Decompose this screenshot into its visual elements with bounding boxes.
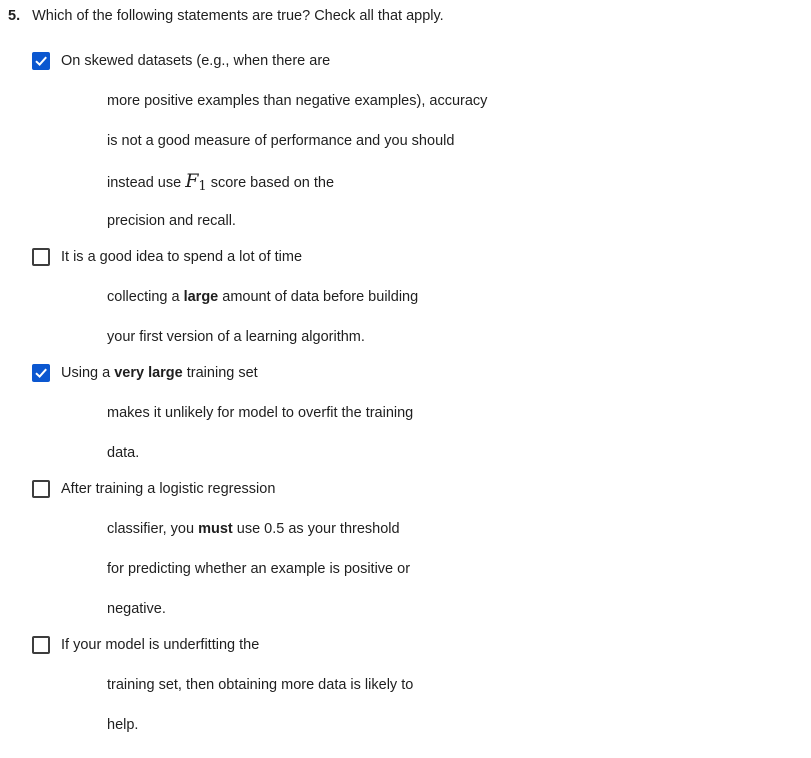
option-1-line-4-post: score based on the: [206, 175, 335, 191]
option-2-checkbox[interactable]: [32, 248, 50, 266]
option-1-line-4: instead use F1 score based on the: [107, 170, 792, 194]
f1-symbol: F1: [185, 170, 207, 194]
option-1-line-2: more positive examples than negative exa…: [107, 93, 488, 109]
option-1: On skewed datasets (e.g., when there are…: [32, 50, 792, 232]
option-4-line-2-pre: classifier, you: [107, 521, 199, 537]
option-2-line-2-pre: collecting a: [107, 289, 184, 305]
option-2: It is a good idea to spend a lot of time…: [32, 246, 792, 348]
option-4-text: After training a logistic regression: [61, 481, 276, 497]
option-1-text: On skewed datasets (e.g., when there are: [61, 53, 331, 69]
option-3-checkbox[interactable]: [32, 364, 50, 382]
option-3-text-pre: Using a: [61, 365, 115, 381]
option-1-checkbox[interactable]: [32, 52, 50, 70]
option-3-line-2: makes it unlikely for model to overfit t…: [107, 405, 414, 421]
option-4-line-4: negative.: [107, 601, 166, 617]
option-2-bold: large: [183, 289, 219, 305]
option-3-bold: very large: [114, 365, 183, 381]
question-prompt: Which of the following statements are tr…: [32, 8, 444, 24]
checkmark-icon: [35, 368, 47, 379]
option-3-line-3: data.: [107, 445, 140, 461]
option-3-text-post: training set: [182, 365, 258, 381]
option-3-text: Using a very large training set: [61, 362, 258, 384]
question-number: 5.: [8, 8, 21, 24]
option-5-checkbox[interactable]: [32, 636, 50, 654]
option-4-line-2: classifier, you must use 0.5 as your thr…: [107, 518, 792, 540]
option-2-text: It is a good idea to spend a lot of time: [61, 249, 303, 265]
option-1-line-4-pre: instead use: [107, 175, 186, 191]
option-4-bold: must: [198, 521, 233, 537]
option-5-text: If your model is underfitting the: [61, 637, 260, 653]
option-4-checkbox[interactable]: [32, 480, 50, 498]
checkmark-icon: [35, 56, 47, 67]
option-2-line-3: your first version of a learning algorit…: [107, 329, 365, 345]
option-5-line-2: training set, then obtaining more data i…: [107, 677, 414, 693]
f1-subscript: 1: [198, 179, 207, 194]
option-5-line-3: help.: [107, 717, 139, 733]
option-2-line-2: collecting a large amount of data before…: [107, 286, 792, 308]
f1-letter: F: [185, 170, 199, 192]
option-3: Using a very large training set makes it…: [32, 362, 792, 464]
option-5: If your model is underfitting the traini…: [32, 634, 792, 736]
option-4: After training a logistic regression cla…: [32, 478, 792, 620]
option-2-line-2-post: amount of data before building: [218, 289, 419, 305]
option-1-line-3: is not a good measure of performance and…: [107, 133, 455, 149]
option-1-line-5: precision and recall.: [107, 213, 236, 229]
question-header: 5. Which of the following statements are…: [8, 6, 444, 26]
option-4-line-3: for predicting whether an example is pos…: [107, 561, 411, 577]
option-4-line-2-post: use 0.5 as your threshold: [232, 521, 400, 537]
